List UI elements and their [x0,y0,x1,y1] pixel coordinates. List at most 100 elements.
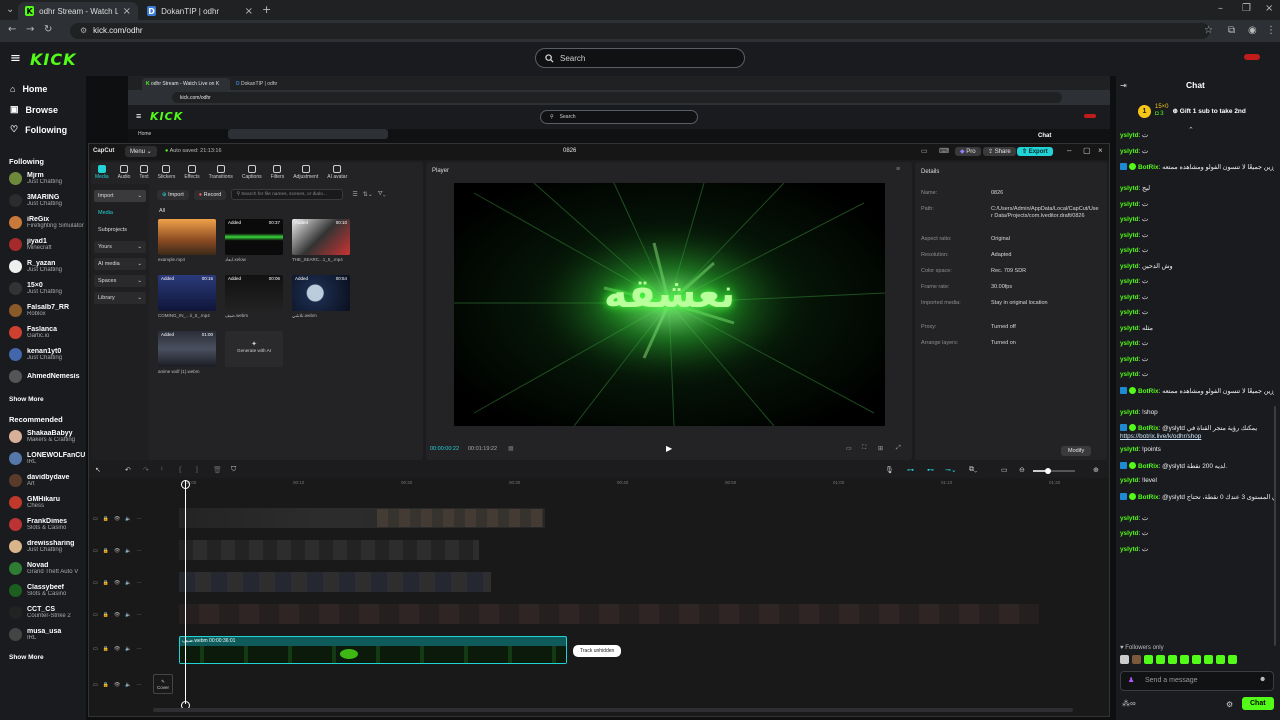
eye-icon[interactable]: 👁 [114,646,120,652]
speaker-icon[interactable]: 🔈 [125,548,131,554]
chat-username[interactable]: BotRix [1138,388,1159,395]
split-left-icon[interactable]: ⟦ [179,466,182,474]
media-card[interactable]: example.mp4 [158,219,218,262]
more-icon[interactable]: ⋯ [137,646,142,652]
eye-icon[interactable]: 👁 [114,548,120,554]
track-thumbnail-toggle-icon[interactable]: ▭ [93,580,98,586]
pro-button[interactable]: ◆ Pro [955,147,981,156]
channel-item[interactable]: musa_usa IRL [9,628,93,641]
chat-username[interactable]: yslytd [1120,185,1138,192]
tab-list-icon[interactable]: ⌄ [6,4,14,15]
chat-link[interactable]: https://botrix.live/k/odhr/shop [1120,433,1201,440]
quality-icon[interactable]: ▭ [846,445,852,452]
chat-username[interactable]: yslytd [1120,515,1138,522]
split-icon[interactable]: ⟊ [161,466,163,474]
track-thumbnail-toggle-icon[interactable]: ▭ [93,612,98,618]
show-more-recommended[interactable]: Show More [9,654,44,661]
media-side-item[interactable]: Yours ⌄ [94,241,146,253]
eye-icon[interactable]: 👁 [114,516,120,522]
track-thumbnail-toggle-icon[interactable]: ▭ [93,646,98,652]
timeline-track-clip[interactable] [179,540,479,560]
media-card[interactable]: Added 00:10 THE_SEARC...1_5_.mp4 [292,219,352,262]
lock-icon[interactable]: 🔒 [103,580,109,586]
emote-icon[interactable] [1168,655,1177,664]
chat-username[interactable]: yslytd [1120,247,1138,254]
channel-item[interactable]: CCT_CS Counter-Strike 2 [9,606,93,619]
auto-snap-icon[interactable]: ⊷ [927,466,934,474]
kick-search-input[interactable]: Search [535,48,745,68]
chat-username[interactable]: yslytd [1120,263,1138,270]
media-side-item[interactable]: Import ⌄ [94,190,146,202]
chat-username[interactable]: yslytd [1120,446,1138,453]
chat-badge-icon[interactable]: ♟ [1128,676,1134,684]
import-button[interactable]: ⊕ Import [157,189,189,200]
emote-icon[interactable] [1156,655,1165,664]
split-right-icon[interactable]: ⟧ [195,466,198,474]
emote-icon[interactable] [1180,655,1189,664]
hamburger-menu-icon[interactable]: ≡ [10,51,21,66]
nav-home[interactable]: ⌂ Home [10,84,47,94]
user-avatar[interactable] [1244,54,1260,60]
chat-username[interactable]: yslytd [1120,309,1138,316]
media-side-item[interactable]: Spaces ⌄ [94,275,146,287]
chat-scrollbar[interactable] [1274,406,1276,646]
speaker-icon[interactable]: 🔈 [125,612,131,618]
undo-icon[interactable]: ↶ [125,466,131,474]
media-side-item[interactable]: Subprojects [94,224,146,236]
lock-icon[interactable]: 🔒 [103,516,109,522]
channel-item[interactable]: Falsalb7_RR Roblox [9,304,93,317]
channel-item[interactable]: Classybeef Slots & Casino [9,584,93,597]
track-thumbnail-toggle-icon[interactable]: ▭ [93,682,98,688]
emoji-icon[interactable]: ☻ [1259,676,1266,683]
preview-canvas[interactable]: نعشقه [454,183,885,426]
show-more-following[interactable]: Show More [9,396,44,403]
profile-icon[interactable]: ◉ [1248,25,1257,36]
tool-captions[interactable]: Captions [242,165,262,180]
channel-item[interactable]: 3MARING Just Chatting [9,194,93,207]
emote-icon[interactable] [1204,655,1213,664]
channel-item[interactable]: drewissharing Just Chatting [9,540,93,553]
speaker-icon[interactable]: 🔈 [125,516,131,522]
speaker-icon[interactable]: 🔈 [125,580,131,586]
tool-ai-avatar[interactable]: AI avatar [327,165,347,180]
tool-audio[interactable]: Audio [118,165,130,180]
browser-tab-dokantip[interactable]: D DokanTIP | odhr × [140,2,260,20]
select-tool-icon[interactable]: ↖ [95,466,101,474]
export-button[interactable]: ⇧ Export [1017,147,1053,156]
microphone-icon[interactable]: 🎙 [885,466,894,474]
emote-icon[interactable] [1132,655,1141,664]
track-thumbnail-toggle-icon[interactable]: ▭ [93,516,98,522]
chat-username[interactable]: yslytd [1120,294,1138,301]
chat-username[interactable]: yslytd [1120,530,1138,537]
timeline-track-clip[interactable] [377,509,543,527]
chat-username[interactable]: yslytd [1120,216,1138,223]
chat-username[interactable]: yslytd [1120,371,1138,378]
tool-stickers[interactable]: Stickers [158,165,175,180]
more-icon[interactable]: ⋯ [137,516,142,522]
preview-axis-icon[interactable]: ⧉⌄ [969,466,977,474]
chat-username[interactable]: yslytd [1120,477,1138,484]
share-button[interactable]: ⇪ Share [983,147,1016,156]
channel-item[interactable]: LONEWOLFanCU IRL [9,452,93,465]
eye-icon[interactable]: 👁 [114,580,120,586]
record-button[interactable]: ● Record [193,189,227,200]
emote-icon[interactable] [1144,655,1153,664]
chat-username[interactable]: yslytd [1120,148,1138,155]
playhead[interactable] [185,480,186,704]
redo-icon[interactable]: ↷ [143,466,149,474]
channel-item[interactable]: ShakaaBabyy Makers & Crafting [9,430,93,443]
extensions-icon[interactable]: ⧉ [1228,25,1235,36]
tool-media[interactable]: Media [95,165,109,180]
close-tab-icon[interactable]: × [245,6,253,17]
fit-icon[interactable]: ⛶ [862,445,866,452]
channel-item[interactable]: iReGix Firefighting Simulator [9,216,93,229]
lock-icon[interactable]: 🔒 [103,682,109,688]
play-button[interactable]: ▶ [666,444,672,453]
send-chat-button[interactable]: Chat [1242,697,1274,710]
pinned-gift-banner[interactable]: 1 15×0 ◘ 3 ⊕ Gift 1 sub to take 2nd [1138,104,1246,118]
media-card[interactable]: Added 00:06 ضيف.webm [225,275,285,319]
zoom-in-icon[interactable]: ⊕ [1093,466,1099,474]
nav-browse[interactable]: ▣ Browse [10,104,58,115]
chat-username[interactable]: yslytd [1120,201,1138,208]
site-info-icon[interactable]: ⚙ [80,26,87,35]
